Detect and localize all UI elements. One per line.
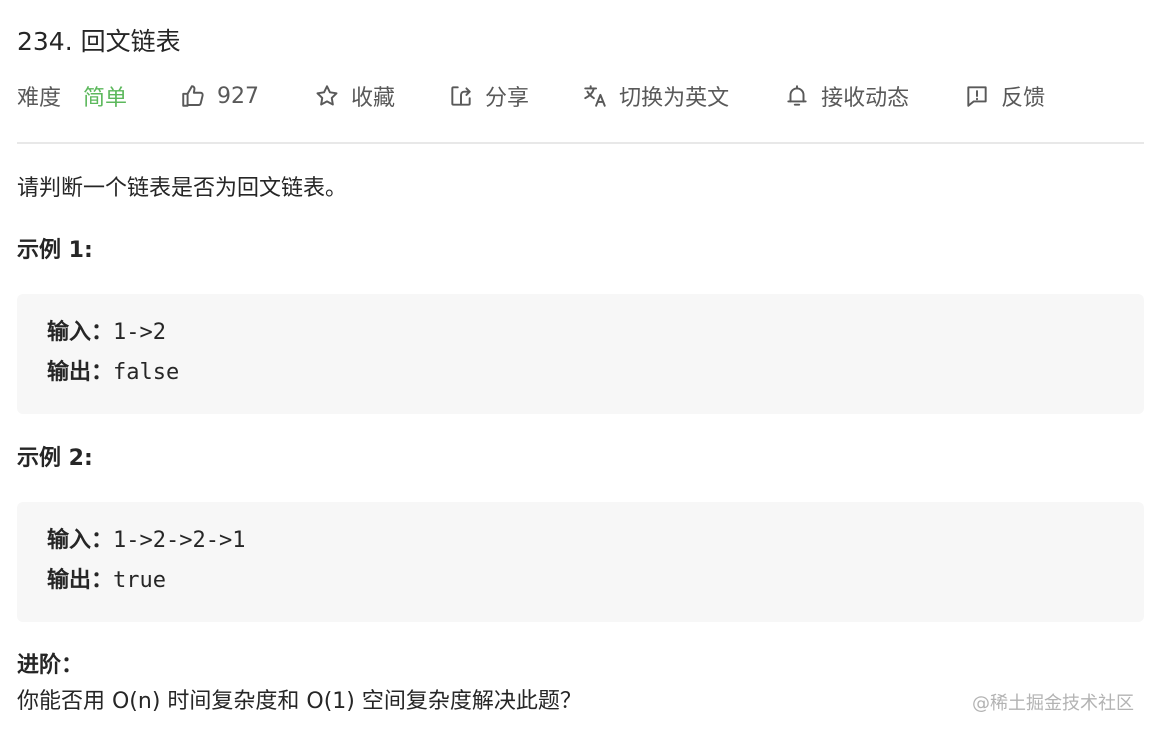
header-divider — [17, 142, 1144, 144]
share-label: 分享 — [485, 86, 530, 111]
output-label: 输出： — [47, 568, 114, 593]
subscribe-label: 接收动态 — [821, 86, 910, 111]
share-button[interactable]: 分享 — [447, 80, 529, 112]
share-icon — [447, 82, 475, 110]
example-input-line: 输入：1->2->2->1 — [47, 521, 1144, 561]
switch-language-button[interactable]: 切换为英文 — [581, 80, 729, 112]
example-code-block: 输入：1->2->2->1 输出：true — [17, 502, 1144, 622]
difficulty-badge: 简单 — [83, 86, 128, 111]
thumbs-up-icon — [179, 82, 207, 110]
problem-title: 234. 回文链表 — [17, 27, 181, 56]
output-value: false — [113, 360, 180, 385]
example-input-line: 输入：1->2 — [47, 313, 1144, 353]
like-count: 927 — [217, 83, 260, 109]
favorite-button[interactable]: 收藏 — [313, 80, 395, 112]
example-title: 示例 1: — [17, 238, 93, 263]
input-label: 输入： — [47, 320, 114, 345]
problem-description: 请判断一个链表是否为回文链表。 — [17, 176, 348, 201]
output-label: 输出： — [47, 360, 114, 385]
subscribe-button[interactable]: 接收动态 — [783, 80, 909, 112]
problem-meta-bar: 难度 简单 927 收藏 分享 切换为英文 接收动态 反馈 — [17, 78, 1045, 114]
advanced-text: 你能否用 O(n) 时间复杂度和 O(1) 空间复杂度解决此题？ — [17, 689, 582, 714]
translate-icon — [581, 82, 609, 110]
example-output-line: 输出：false — [47, 353, 1144, 393]
difficulty-label: 难度 — [17, 86, 62, 111]
feedback-button[interactable]: 反馈 — [963, 80, 1045, 112]
switch-language-label: 切换为英文 — [619, 86, 730, 111]
star-icon — [313, 82, 341, 110]
input-label: 输入： — [47, 528, 114, 553]
feedback-label: 反馈 — [1001, 86, 1046, 111]
favorite-label: 收藏 — [351, 86, 396, 111]
bell-icon — [783, 82, 811, 110]
example-output-line: 输出：true — [47, 561, 1144, 601]
problem-page: 234. 回文链表 难度 简单 927 收藏 分享 切换为英文 接收动态 反馈 … — [0, 0, 1154, 736]
like-button[interactable]: 927 — [179, 82, 259, 110]
input-value: 1->2 — [113, 320, 166, 345]
watermark: @稀土掘金技术社区 — [972, 693, 1134, 714]
output-value: true — [113, 568, 166, 593]
example-title: 示例 2: — [17, 446, 93, 471]
advanced-title: 进阶： — [17, 653, 84, 678]
message-alert-icon — [963, 82, 991, 110]
example-code-block: 输入：1->2 输出：false — [17, 294, 1144, 414]
input-value: 1->2->2->1 — [113, 528, 246, 553]
